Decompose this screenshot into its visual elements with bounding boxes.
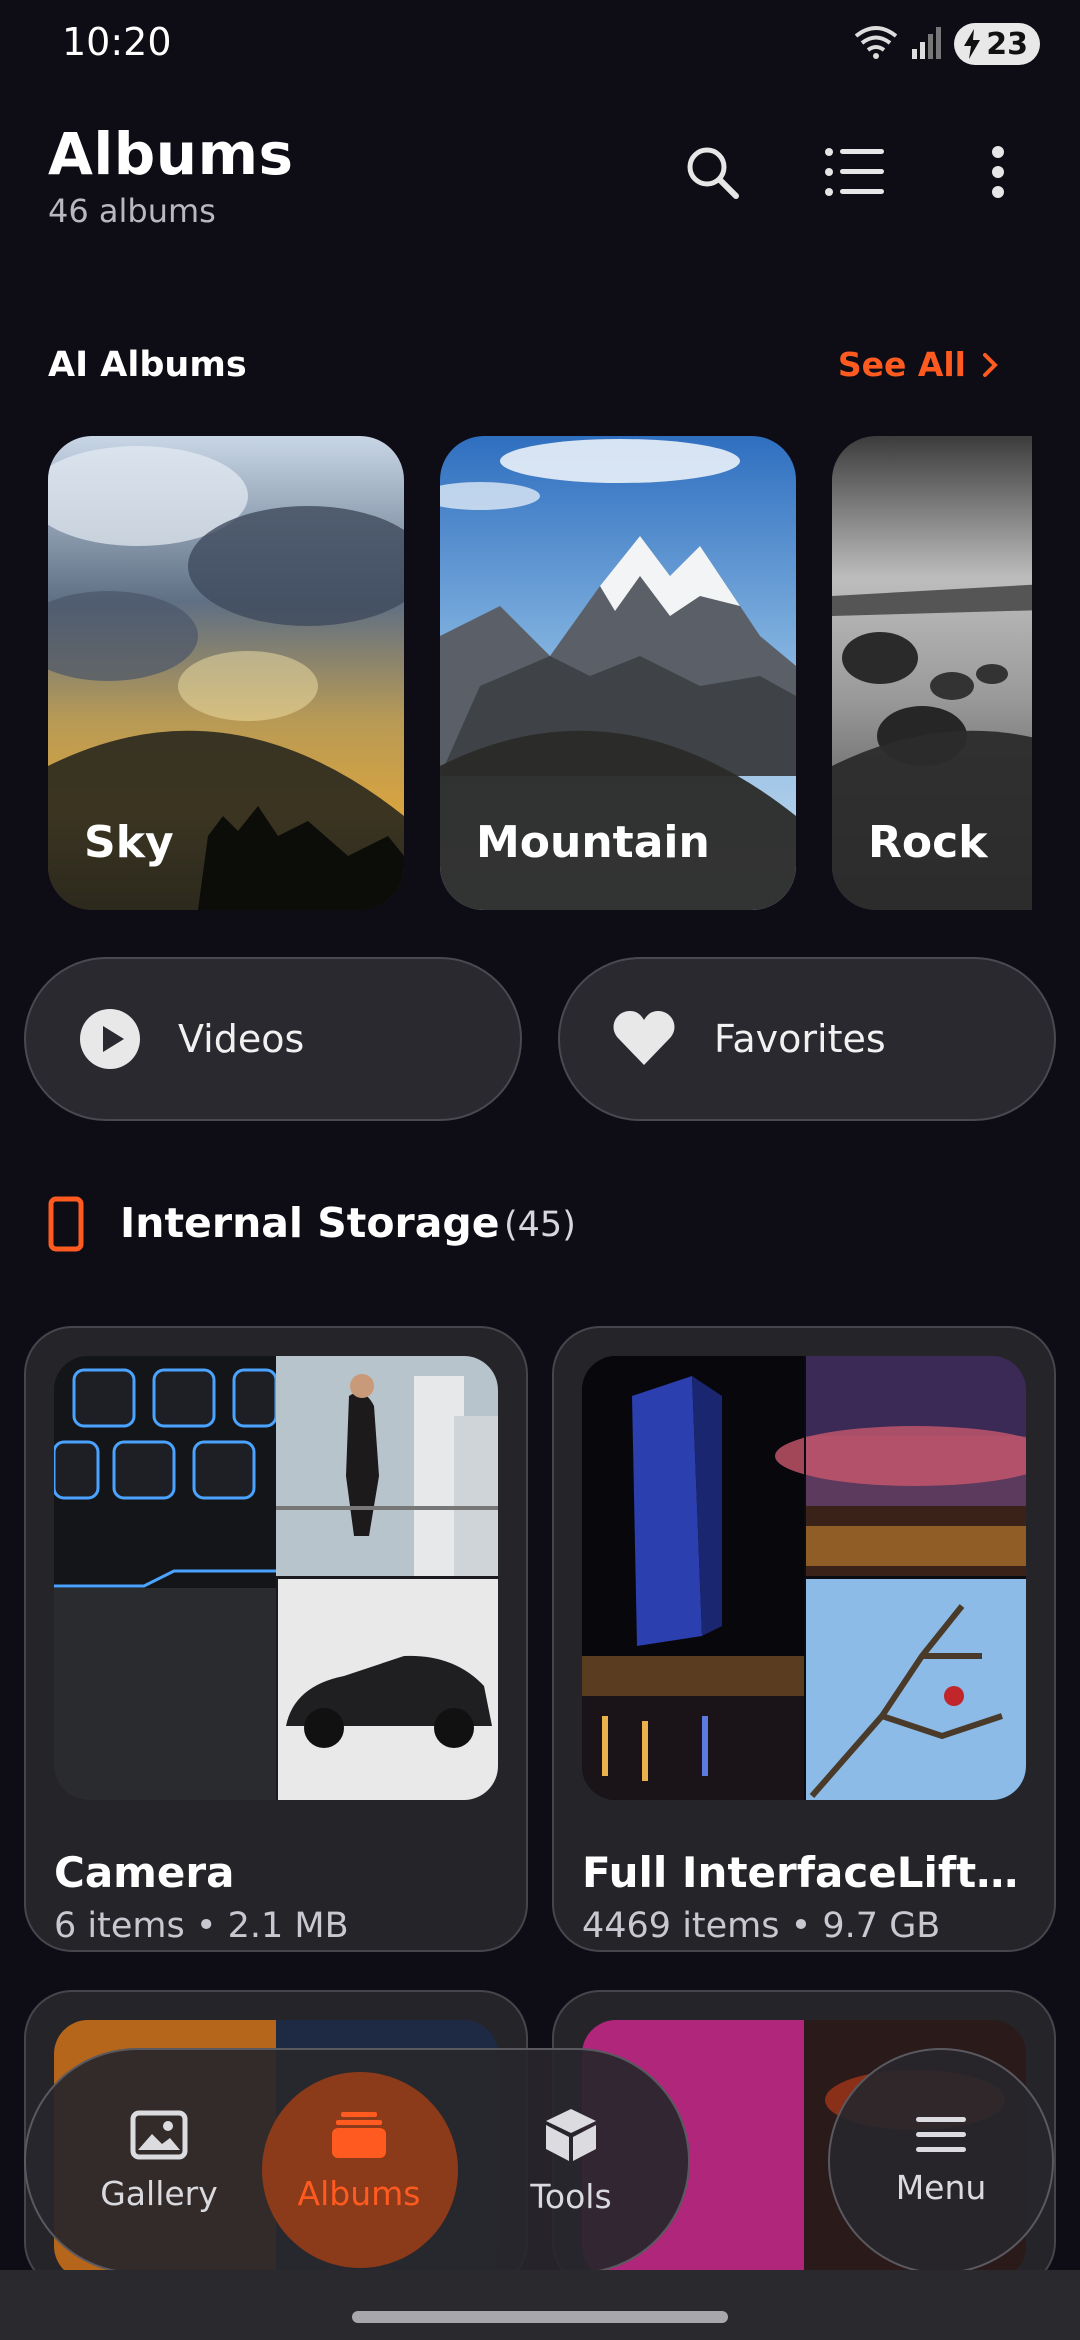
cube-icon	[546, 2108, 596, 2161]
bottom-nav: Gallery Albums Tools	[24, 2048, 690, 2274]
album-count: 46 albums	[48, 192, 216, 230]
album-card-camera[interactable]: Camera 6 items • 2.1 MB	[24, 1326, 528, 1952]
album-name: Full InterfaceLift.c...	[582, 1848, 1032, 1897]
album-card-interfacelift[interactable]: Full InterfaceLift.c... 4469 items • 9.7…	[552, 1326, 1056, 1952]
status-time: 10:20	[62, 20, 172, 64]
album-meta: 6 items • 2.1 MB	[54, 1906, 349, 1946]
search-icon	[687, 147, 739, 199]
album-collage	[54, 1356, 498, 1800]
list-view-button[interactable]	[823, 140, 887, 204]
ai-album-label: Sky	[84, 817, 174, 868]
ai-album-label: Mountain	[476, 817, 710, 868]
home-gesture-handle[interactable]	[352, 2311, 728, 2323]
ai-albums-carousel[interactable]: Sky Mountain Rock	[48, 436, 1032, 910]
more-options-button[interactable]	[966, 140, 1030, 204]
chevron-right-icon	[983, 352, 998, 377]
nav-menu[interactable]: Menu	[828, 2048, 1054, 2274]
nav-menu-label: Menu	[895, 2167, 987, 2207]
heart-icon	[613, 1011, 675, 1065]
favorites-button[interactable]: Favorites	[558, 957, 1056, 1121]
nav-tools-label: Tools	[530, 2176, 612, 2216]
see-all-label: See All	[837, 345, 966, 384]
more-vertical-icon	[992, 146, 1004, 198]
system-nav-bar	[0, 2270, 1080, 2340]
album-meta: 4469 items • 9.7 GB	[582, 1906, 941, 1946]
battery-level: 23	[986, 26, 1028, 62]
ai-albums-title: AI Albums	[48, 345, 247, 385]
ai-album-label: Rock	[868, 817, 988, 868]
nav-gallery-label: Gallery	[100, 2173, 218, 2213]
nav-albums-label: Albums	[297, 2173, 421, 2213]
favorites-label: Favorites	[714, 1017, 886, 1061]
search-button[interactable]	[680, 140, 744, 204]
storage-count: (45)	[504, 1205, 576, 1245]
album-name: Camera	[54, 1848, 235, 1897]
videos-label: Videos	[178, 1017, 305, 1061]
storage-title: Internal Storage	[120, 1199, 500, 1247]
interfacelift-collage-image	[582, 1356, 1026, 1800]
battery-charging-icon	[964, 29, 981, 59]
phone-storage-icon	[48, 1196, 84, 1252]
list-view-icon	[825, 148, 884, 196]
nav-gallery[interactable]: Gallery	[64, 2050, 254, 2272]
nav-tools[interactable]: Tools	[476, 2050, 666, 2272]
page-title: Albums	[48, 120, 294, 188]
ai-album-rock[interactable]: Rock	[832, 436, 1032, 910]
albums-icon	[332, 2111, 386, 2158]
videos-button[interactable]: Videos	[24, 957, 522, 1121]
nav-albums[interactable]: Albums	[264, 2050, 454, 2272]
play-circle-icon	[80, 1009, 140, 1069]
ai-album-mountain[interactable]: Mountain	[440, 436, 796, 910]
hamburger-menu-icon	[916, 2116, 966, 2152]
ai-album-sky[interactable]: Sky	[48, 436, 404, 910]
status-icons: 23	[854, 22, 1040, 66]
album-collage	[582, 1356, 1026, 1800]
gallery-icon	[130, 2110, 188, 2159]
signal-icon	[910, 25, 942, 63]
see-all-link[interactable]: See All	[838, 345, 998, 384]
battery-badge: 23	[954, 23, 1040, 65]
wifi-icon	[854, 24, 898, 64]
camera-collage-image	[54, 1356, 498, 1800]
